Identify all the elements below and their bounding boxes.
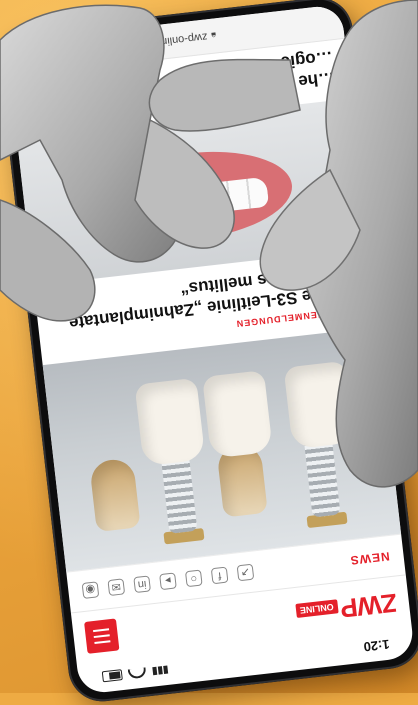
menu-button[interactable] — [84, 618, 120, 654]
instagram-icon[interactable]: ○ — [184, 569, 203, 588]
status-time: 1:20 — [362, 637, 391, 656]
crown-graphic — [134, 377, 206, 467]
podcast-icon[interactable]: ◉ — [81, 581, 100, 599]
hamburger-menu-icon — [94, 640, 111, 645]
linkedin-icon[interactable]: in — [133, 575, 151, 594]
status-indicators: ▮▮▮ — [101, 664, 170, 683]
news-section-label[interactable]: NEWS — [349, 549, 390, 567]
smartphone: 1:20 ▮▮▮ ZWP ONLINE NEWS ↗ f ○ ▸ in ✉ ◉ … — [0, 0, 418, 705]
crown-graphic — [202, 370, 273, 459]
newsletter-icon[interactable]: ✉ — [107, 578, 126, 597]
crown-graphic — [283, 360, 355, 450]
article-image-implants[interactable] — [42, 326, 402, 572]
root-graphic — [89, 457, 141, 533]
social-icons: ↗ f ○ ▸ in ✉ ◉ — [81, 563, 255, 599]
lock-icon: 🔒︎ — [210, 30, 217, 42]
social-icon[interactable]: ↗ — [236, 563, 255, 582]
url-text: zwp-online.info — [133, 30, 209, 51]
photo-scene: 1:20 ▮▮▮ ZWP ONLINE NEWS ↗ f ○ ▸ in ✉ ◉ … — [0, 0, 418, 705]
zwp-logo[interactable]: ZWP ONLINE — [294, 587, 399, 629]
logo-text: ZWP — [339, 588, 399, 625]
logo-tag: ONLINE — [295, 599, 339, 618]
wifi-icon — [127, 667, 147, 680]
youtube-icon[interactable]: ▸ — [159, 572, 177, 591]
battery-icon — [101, 669, 123, 683]
facebook-icon[interactable]: f — [210, 566, 229, 585]
signal-icon: ▮▮▮ — [151, 664, 170, 678]
